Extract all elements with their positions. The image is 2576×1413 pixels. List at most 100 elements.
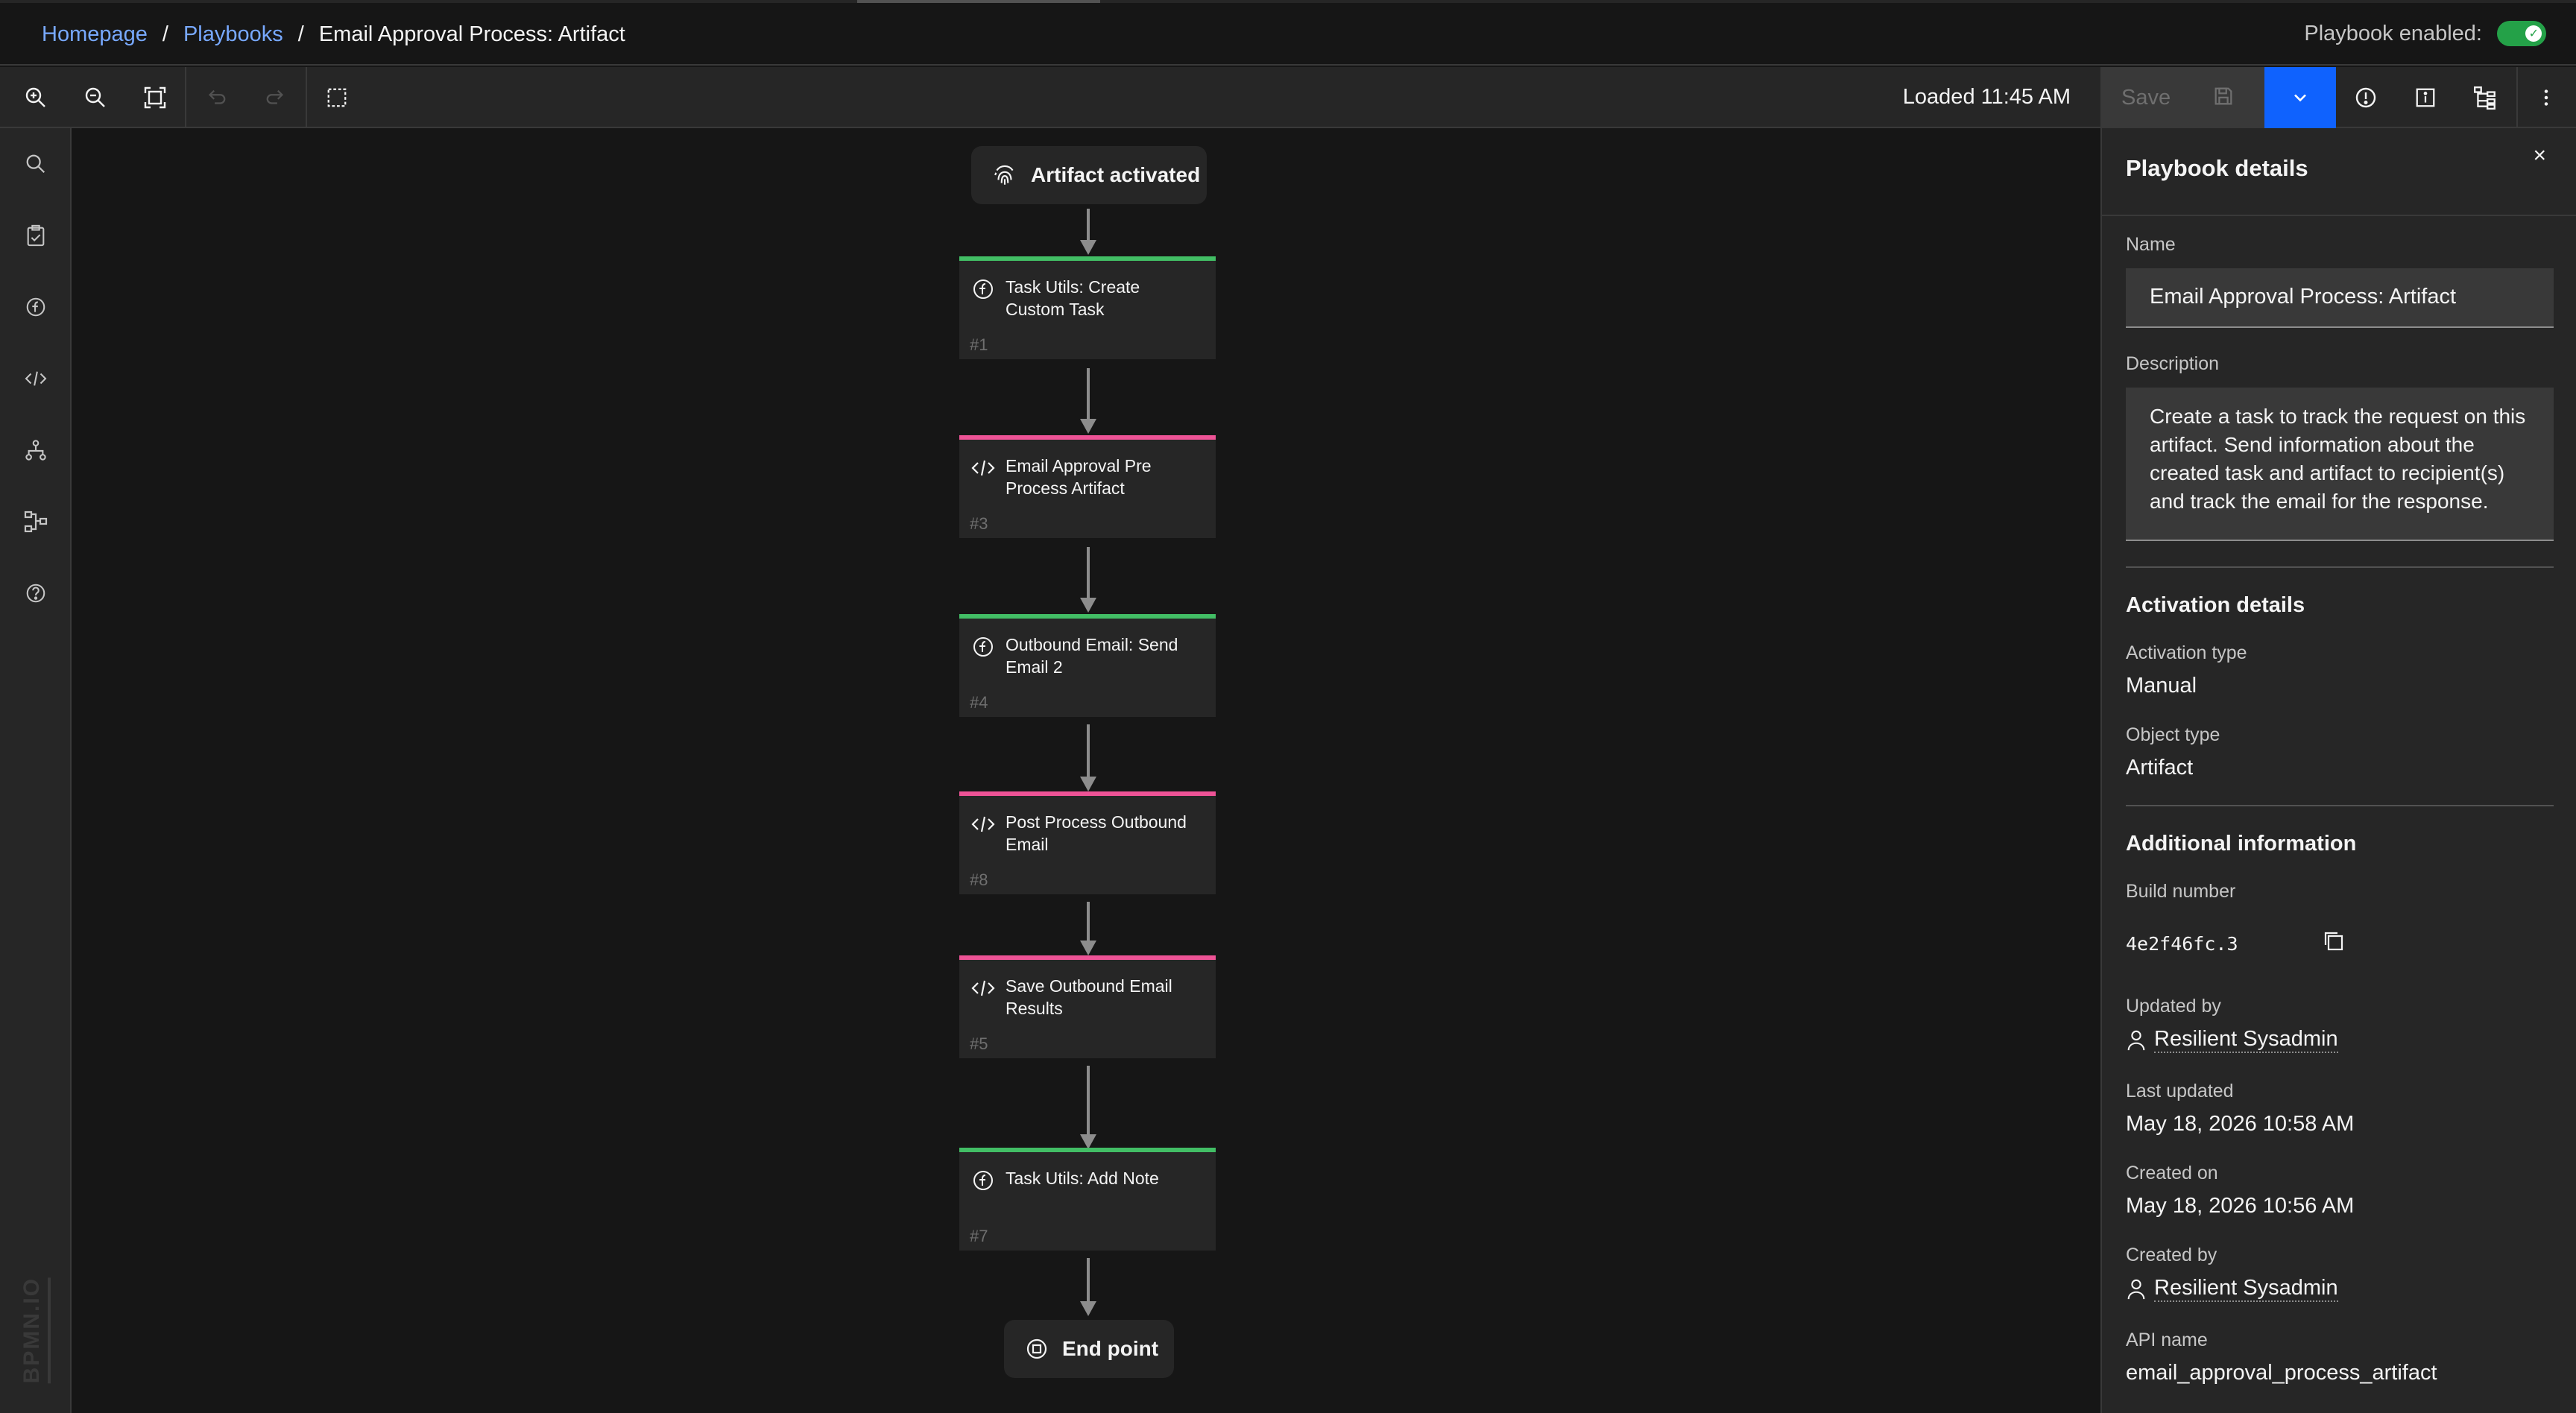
- api-name-value: email_approval_process_artifact: [2126, 1361, 2437, 1385]
- node-number: #5: [970, 1034, 988, 1053]
- redo-button[interactable]: [246, 67, 306, 128]
- flow-arrowhead: [1080, 777, 1096, 791]
- fit-to-screen-button[interactable]: [125, 67, 185, 128]
- flow-node-function[interactable]: Task Utils: Add Note #7: [959, 1148, 1216, 1251]
- updated-by-name: Resilient Sysadmin: [2154, 1027, 2338, 1053]
- function-icon: [970, 1167, 997, 1194]
- breadcrumb-homepage[interactable]: Homepage: [42, 22, 148, 47]
- last-updated-label: Last updated: [2126, 1081, 2234, 1101]
- help-icon: [26, 584, 45, 603]
- build-number-value: 4e2f46fc.3: [2126, 933, 2238, 955]
- select-area-button[interactable]: [307, 67, 367, 128]
- trigger-artifact-activated[interactable]: Artifact activated: [971, 146, 1207, 204]
- end-point-label: End point: [1062, 1337, 1159, 1360]
- node-status-bar: [959, 955, 1216, 960]
- palette-task-button[interactable]: [18, 218, 54, 253]
- build-number-label: Build number: [2126, 881, 2236, 902]
- flow-arrowhead: [1080, 419, 1096, 434]
- node-title: Post Process Outbound Email: [1006, 812, 1187, 854]
- trigger-label: Artifact activated: [1031, 163, 1201, 186]
- flow-node-script[interactable]: Email Approval Pre Process Artifact #3: [959, 435, 1216, 538]
- warnings-button[interactable]: [2336, 67, 2396, 128]
- copy-icon: [2324, 932, 2343, 951]
- name-input[interactable]: Email Approval Process: Artifact: [2126, 268, 2554, 328]
- canvas-toolbar: Loaded 11:45 AM Save: [0, 67, 2576, 128]
- object-type-label: Object type: [2126, 724, 2220, 745]
- flow-node-script[interactable]: Post Process Outbound Email #8: [959, 791, 1216, 894]
- flow-connector: [1087, 1258, 1090, 1303]
- undo-button[interactable]: [186, 67, 246, 128]
- flow-arrowhead: [1080, 941, 1096, 955]
- zoom-in-icon: [25, 87, 45, 107]
- updated-by-user[interactable]: Resilient Sysadmin: [2126, 1027, 2338, 1053]
- node-status-bar: [959, 256, 1216, 261]
- flow-connector: [1087, 724, 1090, 778]
- flow-node-function[interactable]: Outbound Email: Send Email 2 #4: [959, 614, 1216, 717]
- palette-script-button[interactable]: [18, 361, 54, 396]
- panel-title: Playbook details: [2126, 155, 2308, 181]
- panel-divider: [2102, 215, 2576, 216]
- zoom-in-button[interactable]: [6, 67, 66, 128]
- section-divider: [2126, 566, 2554, 568]
- function-icon: [970, 276, 997, 303]
- description-label: Description: [2126, 353, 2220, 374]
- undo-icon: [208, 89, 226, 104]
- node-status-bar: [959, 791, 1216, 796]
- save-button-label: Save: [2121, 85, 2171, 110]
- tree-view-button[interactable]: [2455, 67, 2515, 128]
- created-by-label: Created by: [2126, 1245, 2217, 1265]
- node-title: Save Outbound Email Results: [1006, 976, 1172, 1018]
- playbook-enabled-toggle[interactable]: ✓: [2497, 21, 2546, 46]
- updated-by-label: Updated by: [2126, 996, 2221, 1017]
- breadcrumb-playbooks[interactable]: Playbooks: [183, 22, 283, 47]
- breadcrumb: Homepage / Playbooks / Email Approval Pr…: [42, 22, 625, 47]
- description-textarea[interactable]: Create a task to track the request on th…: [2126, 388, 2554, 541]
- created-on-label: Created on: [2126, 1163, 2218, 1183]
- flow-node-function[interactable]: Task Utils: Create Custom Task #1: [959, 256, 1216, 359]
- bpmn-io-watermark[interactable]: BPMN.IO: [19, 1277, 51, 1383]
- flow-connector: [1087, 547, 1090, 599]
- last-updated-value: May 18, 2026 10:58 AM: [2126, 1112, 2355, 1136]
- palette-search-button[interactable]: [18, 146, 54, 182]
- activation-details-heading: Activation details: [2126, 593, 2305, 617]
- palette-function-button[interactable]: [18, 289, 54, 325]
- task-icon: [27, 224, 45, 247]
- palette-help-button[interactable]: [18, 575, 54, 611]
- info-icon: [2416, 88, 2435, 107]
- flow-node-script[interactable]: Save Outbound Email Results #5: [959, 955, 1216, 1058]
- node-number: #3: [970, 514, 988, 533]
- zoom-out-button[interactable]: [66, 67, 125, 128]
- breadcrumb-separator: /: [297, 22, 304, 46]
- user-icon: [2127, 1279, 2145, 1299]
- playbook-info-button[interactable]: [2396, 67, 2455, 128]
- redo-icon: [266, 89, 284, 104]
- node-title: Email Approval Pre Process Artifact: [1006, 456, 1152, 498]
- fingerprint-icon: [994, 165, 1014, 185]
- activation-type-label: Activation type: [2126, 642, 2247, 663]
- workflow-icon: [25, 440, 46, 461]
- save-button[interactable]: Save: [2100, 67, 2264, 128]
- flow-arrowhead: [1080, 1301, 1096, 1316]
- palette-subplaybook-button[interactable]: [18, 504, 54, 540]
- created-on-value: May 18, 2026 10:56 AM: [2126, 1194, 2355, 1218]
- node-number: #4: [970, 693, 988, 712]
- copy-build-number-button[interactable]: [2321, 929, 2345, 956]
- overflow-menu-button[interactable]: [2516, 67, 2576, 128]
- node-status-bar: [959, 435, 1216, 440]
- close-icon[interactable]: ×: [2533, 143, 2546, 168]
- script-icon: [970, 455, 997, 481]
- created-by-user[interactable]: Resilient Sysadmin: [2126, 1276, 2338, 1302]
- playbook-enabled-label: Playbook enabled:: [2304, 21, 2482, 45]
- name-label: Name: [2126, 234, 2176, 255]
- flow-arrowhead: [1080, 598, 1096, 613]
- end-point[interactable]: End point: [1004, 1320, 1174, 1378]
- top-scroll-thumb[interactable]: [857, 0, 1100, 3]
- element-palette: BPMN.IO: [0, 128, 72, 1413]
- activation-type-value: Manual: [2126, 674, 2197, 698]
- save-options-button[interactable]: [2264, 67, 2336, 128]
- created-by-name: Resilient Sysadmin: [2154, 1276, 2338, 1302]
- node-number: #1: [970, 335, 988, 354]
- top-header: Homepage / Playbooks / Email Approval Pr…: [0, 0, 2576, 66]
- palette-workflow-button[interactable]: [18, 432, 54, 468]
- node-title: Task Utils: Create Custom Task: [1006, 277, 1140, 319]
